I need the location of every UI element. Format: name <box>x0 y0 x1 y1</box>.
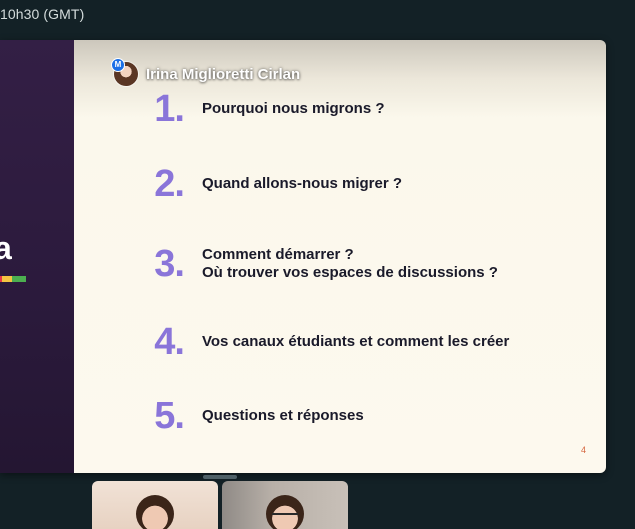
agenda-number: 3. <box>154 243 185 285</box>
agenda-text: Pourquoi nous migrons ? <box>202 100 385 118</box>
agenda-item-2: 2. Quand allons-nous migrer ? <box>148 165 402 203</box>
previous-slide-text: a <box>0 230 12 266</box>
presenter-avatar: M <box>111 58 138 86</box>
agenda-item-5: 5. Questions et réponses <box>148 395 364 437</box>
agenda-number: 5. <box>154 395 185 437</box>
slide-page-number: 4 <box>580 445 586 455</box>
presenter-label: M Irina Miglioretti Cirlan <box>111 58 301 86</box>
presenter-name: Irina Miglioretti Cirlan <box>146 65 301 83</box>
agenda-item-4: 4. Vos canaux étudiants et comment les c… <box>148 323 509 361</box>
agenda-text: Comment démarrer ? Où trouver vos espace… <box>202 246 498 282</box>
participant-video-tile-2[interactable] <box>222 481 348 529</box>
agenda-item-1: 1. Pourquoi nous migrons ? <box>148 88 385 130</box>
agenda-text: Quand allons-nous migrer ? <box>202 175 402 193</box>
agenda-text: Vos canaux étudiants et comment les crée… <box>202 333 509 351</box>
strip-yellow <box>2 276 12 282</box>
previous-slide-panel: a <box>0 40 74 473</box>
agenda-number: 4. <box>154 321 185 363</box>
resize-handle[interactable] <box>203 475 237 479</box>
agenda-number: 2. <box>154 163 185 205</box>
agenda-item-3: 3. Comment démarrer ? Où trouver vos esp… <box>148 245 498 283</box>
presenter-badge: M <box>111 58 125 72</box>
participant-video-tile-1[interactable] <box>92 481 218 529</box>
glasses-detail <box>272 513 298 521</box>
agenda-line: Vos canaux étudiants et comment les crée… <box>202 333 510 350</box>
agenda-number: 1. <box>154 88 185 130</box>
agenda-line: Pourquoi nous migrons ? <box>202 100 385 117</box>
meeting-time: 10h30 (GMT) <box>0 6 85 22</box>
agenda-text: Questions et réponses <box>202 407 364 425</box>
strip-green <box>12 276 26 282</box>
agenda-line: Où trouver vos espaces de discussions ? <box>202 264 498 281</box>
slide: M Irina Miglioretti Cirlan 1. Pourquoi n… <box>74 40 606 473</box>
shared-screen: a M Irina Miglioretti Cirlan 1. Pourquoi… <box>0 40 606 473</box>
agenda-line: Comment démarrer ? <box>202 246 354 263</box>
agenda-line: Quand allons-nous migrer ? <box>202 175 403 192</box>
color-strip <box>0 276 26 282</box>
agenda-line: Questions et réponses <box>202 407 364 424</box>
